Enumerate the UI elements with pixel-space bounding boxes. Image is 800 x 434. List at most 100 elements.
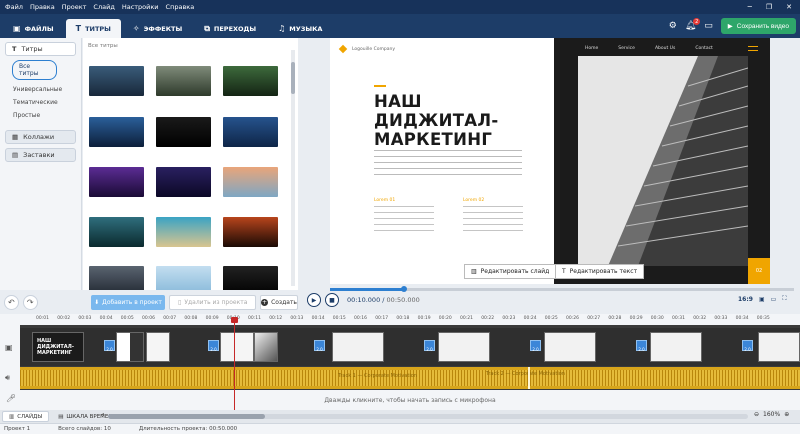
menu-help[interactable]: Справка [166,3,195,11]
title-thumbnail[interactable] [89,66,144,96]
slide-clip[interactable] [650,332,702,362]
transition-marker[interactable]: 2.0 [636,340,647,352]
slide-clip[interactable] [116,332,144,362]
slide-clip[interactable] [544,332,596,362]
redo-icon[interactable]: ↷ [22,294,38,310]
stop-button[interactable]: ■ [325,293,339,307]
ruler-tick: 00:32 [693,316,707,321]
title-thumbnail[interactable] [223,117,278,147]
aspect-ratio[interactable]: 16:9 [738,296,753,303]
timeline-scrollbar[interactable] [108,414,748,419]
transition-marker[interactable]: 2.0 [104,340,115,352]
timeline-ruler[interactable]: 00:01 00:02 00:03 00:04 00:05 00:06 00:07 00:08… [0,314,800,325]
transition-marker[interactable]: 2.0 [742,340,753,352]
maximize-icon[interactable]: ❐ [766,3,772,11]
title-thumbnail[interactable] [89,217,144,247]
scroll-left-icon[interactable]: ◂ [101,411,104,418]
slide-column-text-2 [463,206,523,236]
snapshot-icon[interactable]: ▭ [771,296,777,303]
title-thumbnail[interactable] [156,117,211,147]
menu-edit[interactable]: Правка [30,3,55,11]
zoom-out-icon[interactable]: ⊖ [754,411,759,418]
title-thumbnail[interactable] [89,117,144,147]
timeline-scrollbar-thumb[interactable] [108,414,265,419]
ruler-tick: 00:01 [36,316,49,321]
project-name: Проект 1 [4,426,31,432]
title-thumbnail[interactable] [223,167,278,197]
sidebar-sub-all-titles[interactable]: Все титры [12,60,57,80]
scrollbar-thumb[interactable] [291,62,295,94]
slide-clip[interactable] [438,332,490,362]
zoom-in-icon[interactable]: ⊕ [784,411,789,418]
fit-icon[interactable]: ▣ [759,296,765,303]
title-thumbnail[interactable] [156,167,211,197]
collage-icon: ▦ [12,133,19,141]
title-thumbnail[interactable] [223,66,278,96]
remove-from-project-button[interactable]: ▯ Удалить из проекта [169,294,257,310]
speaker-icon[interactable]: 🔊︎ [5,373,10,383]
audio-track[interactable]: Track 1 — Corporate Motivation Track 2 —… [20,367,800,389]
microphone-icon[interactable]: 🎤︎ [6,394,16,403]
slide-clip[interactable]: НАШ ДИДЖИТАЛ- МАРКЕТИНГ [32,332,84,362]
slide-column-text-1 [374,206,434,236]
edit-text-button[interactable]: T Редактировать текст [555,264,645,279]
add-to-project-button[interactable]: ⬇ Добавить в проект [90,294,166,310]
fullscreen-icon[interactable]: ⛶ [782,295,786,303]
tab-files[interactable]: ▣ ФАЙЛЫ [3,19,64,38]
slide-clip[interactable] [220,332,254,362]
bell-icon[interactable]: 🔔︎ 2 [685,18,701,31]
title-thumbnail[interactable] [223,217,278,247]
download-icon: ⬇ [94,298,100,306]
tab-transitions[interactable]: ⧉ ПЕРЕХОДЫ [194,19,266,38]
sidebar-sub-universal[interactable]: Универсальные [0,83,81,96]
sidebar-sub-thematic[interactable]: Тематические [0,96,81,109]
edit-slide-button[interactable]: ▥ Редактировать слайд [464,264,557,279]
gear-icon[interactable]: ⚙ [669,21,677,31]
transition-marker[interactable]: 2.0 [314,340,325,352]
logo-icon [338,44,348,54]
category-sidebar: T Титры Все титры Универсальные Тематичес… [0,38,82,290]
slide-page-number: 02 [748,258,770,284]
sidebar-item-collages[interactable]: ▦ Коллажи [5,130,76,144]
ruler-tick: 00:29 [629,316,643,321]
gallery-scrollbar[interactable] [291,50,295,286]
tab-music[interactable]: ♫ МУЗЫКА [268,19,332,38]
slide-clip[interactable] [758,332,800,362]
audio-split-marker[interactable] [528,367,530,389]
playhead[interactable] [231,317,238,411]
close-icon[interactable]: ✕ [786,3,792,11]
tab-slides-view[interactable]: ▥ СЛАЙДЫ [2,411,50,422]
tab-titles[interactable]: T ТИТРЫ [65,19,121,38]
slide-nav: Home Service About Us Contact [585,46,713,51]
sidebar-item-titles[interactable]: T Титры [5,42,76,56]
transition-marker[interactable]: 2.0 [208,340,219,352]
progress-knob[interactable] [401,286,407,292]
slide-clip[interactable] [146,332,170,362]
ruler-tick: 00:25 [544,316,558,321]
slide-clip[interactable] [254,332,278,362]
sidebar-sub-simple[interactable]: Простые [0,109,81,122]
transition-marker[interactable]: 2.0 [530,340,541,352]
zoom-level: 160% [763,411,781,418]
minimize-icon[interactable]: ─ [748,3,752,11]
create-button[interactable]: + Создать [260,294,298,310]
play-button[interactable]: ▶ [307,293,321,307]
transition-marker[interactable]: 2.0 [424,340,435,352]
voice-record-track[interactable]: Дважды кликните, чтобы начать запись с м… [20,390,800,410]
menu-settings[interactable]: Настройки [122,3,159,11]
title-thumbnail[interactable] [156,66,211,96]
undo-icon[interactable]: ↶ [4,294,19,310]
title-thumbnail[interactable] [156,217,211,247]
sidebar-item-screensavers[interactable]: ▤ Заставки [5,148,76,162]
menu-slide[interactable]: Слайд [93,3,114,11]
monitor-icon[interactable]: ▭ [704,21,713,31]
tab-effects[interactable]: ✧ ЭФФЕКТЫ [123,19,192,38]
text-icon: T [12,45,17,53]
slide-clip[interactable] [332,332,384,362]
title-thumbnail[interactable] [89,167,144,197]
playback-progress[interactable] [330,286,794,292]
project-duration: Длительность проекта: 00:50.000 [138,426,238,432]
menu-file[interactable]: Файл [5,3,23,11]
menu-project[interactable]: Проект [62,3,87,11]
save-video-button[interactable]: ▶ Сохранить видео [720,18,796,34]
